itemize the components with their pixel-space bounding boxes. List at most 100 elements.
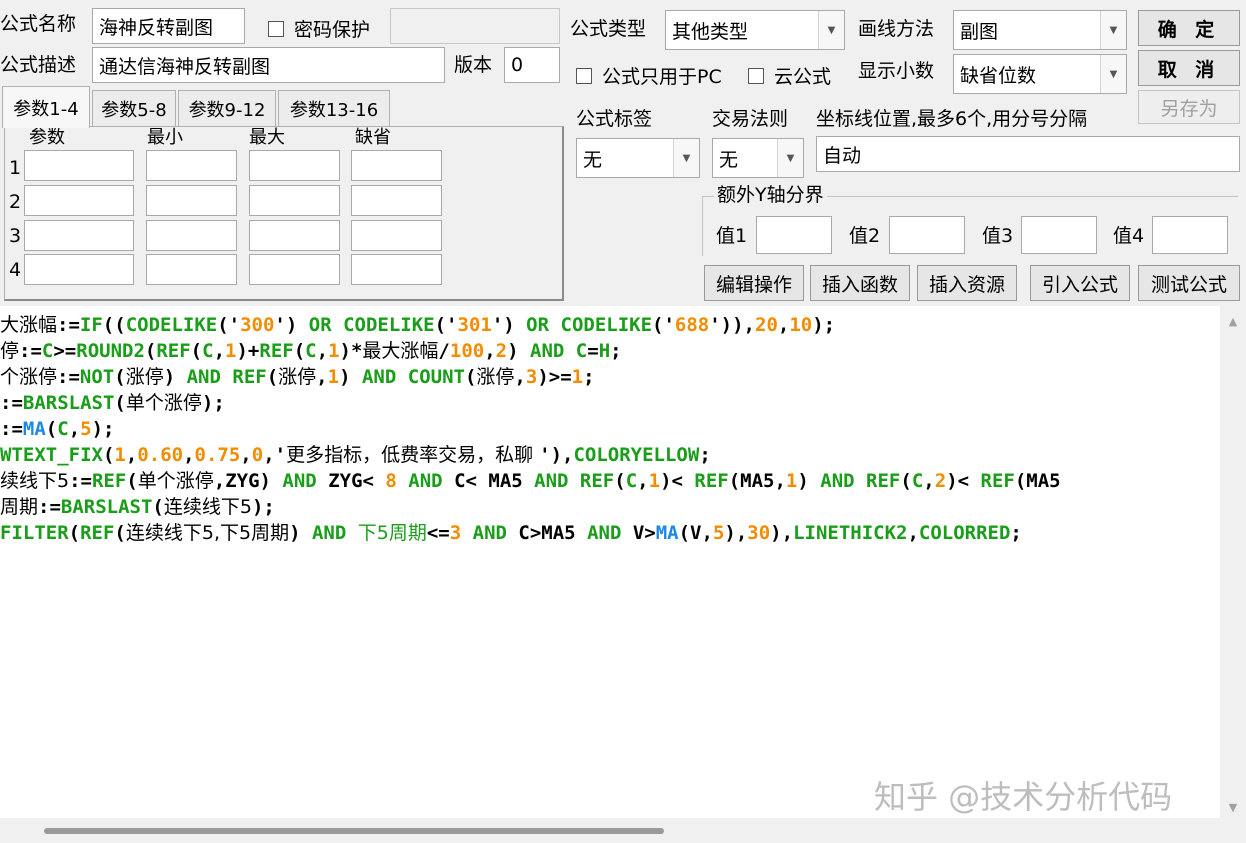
code-token: 8	[385, 470, 397, 492]
code-line[interactable]: 个涨停:=NOT(涨停) AND REF(涨停,1) AND COUNT(涨停,…	[0, 364, 1220, 390]
horizontal-scroll-thumb[interactable]	[44, 828, 664, 834]
code-token: REF	[980, 470, 1015, 492]
code-token: :=	[38, 496, 61, 518]
import-formula-button[interactable]: 引入公式	[1030, 265, 1130, 301]
code-token: AND	[408, 470, 443, 492]
param-row-number: 3	[9, 225, 22, 247]
draw-method-select[interactable]: 副图 ▼	[953, 10, 1127, 50]
edit-ops-button[interactable]: 编辑操作	[704, 265, 804, 301]
decimals-select[interactable]: 缺省位数 ▼	[953, 54, 1127, 94]
code-token: 5	[80, 418, 92, 440]
param-4-name-input[interactable]	[24, 254, 134, 285]
code-token: 1	[328, 340, 340, 362]
param-2-min-input[interactable]	[146, 185, 237, 216]
code-token: 连续线下5	[163, 496, 252, 518]
code-line[interactable]: FILTER(REF(连续线下5,下5周期) AND 下5周期<=3 AND C…	[0, 520, 1220, 546]
code-line[interactable]: WTEXT_FIX(1,0.60,0.75,0,'更多指标，低费率交易，私聊 '…	[0, 442, 1220, 468]
pc-only-checkbox[interactable]: 公式只用于PC	[576, 62, 722, 89]
pc-only-box[interactable]	[576, 67, 592, 84]
code-line[interactable]: :=BARSLAST(单个涨停);	[0, 390, 1220, 416]
param-1-max-input[interactable]	[249, 150, 340, 181]
param-3-name-input[interactable]	[24, 220, 134, 251]
value-4-input[interactable]	[1152, 216, 1228, 254]
formula-type-select[interactable]: 其他类型 ▼	[665, 10, 845, 50]
code-token: BARSLAST	[60, 496, 153, 518]
value-3-input[interactable]	[1021, 216, 1097, 254]
param-4-min-input[interactable]	[146, 254, 237, 285]
trade-rule-select[interactable]: 无 ▼	[712, 138, 804, 178]
code-token: 20	[755, 314, 778, 336]
tab-params-1-4[interactable]: 参数1-4	[2, 86, 90, 128]
code-token: 1	[648, 470, 661, 492]
param-3-min-input[interactable]	[146, 220, 237, 251]
code-token: )	[797, 470, 821, 492]
cancel-button[interactable]: 取 消	[1138, 50, 1240, 86]
password-input[interactable]	[390, 8, 560, 44]
password-protect-checkbox[interactable]: 密码保护	[268, 15, 370, 42]
code-token: (	[68, 522, 81, 544]
insert-function-button[interactable]: 插入函数	[810, 265, 910, 301]
scroll-down-icon[interactable]: ▼	[1220, 794, 1246, 820]
chevron-down-icon[interactable]: ▼	[1100, 55, 1126, 93]
param-3-max-input[interactable]	[249, 220, 340, 251]
code-line[interactable]: 大涨幅:=IF((CODELIKE('300') OR CODELIKE('30…	[0, 312, 1220, 338]
formula-desc-input[interactable]: 通达信海神反转副图	[92, 47, 445, 83]
version-input[interactable]: 0	[504, 47, 560, 83]
password-protect-box[interactable]	[268, 20, 284, 37]
code-token: )	[289, 522, 312, 544]
param-1-name-input[interactable]	[24, 150, 134, 181]
formula-name-input[interactable]: 海神反转副图	[92, 8, 245, 44]
horizontal-scrollbar[interactable]	[0, 818, 1220, 843]
test-formula-button[interactable]: 测试公式	[1138, 265, 1240, 301]
tab-params-13-16[interactable]: 参数13-16	[278, 90, 390, 126]
vertical-scrollbar[interactable]: ▲ ▼	[1220, 306, 1246, 843]
code-token: )	[163, 366, 187, 388]
code-token: :=	[0, 392, 23, 414]
ok-button[interactable]: 确 定	[1138, 10, 1240, 46]
param-1-default-input[interactable]	[351, 150, 442, 181]
param-2-max-input[interactable]	[249, 185, 340, 216]
chevron-down-icon[interactable]: ▼	[818, 11, 844, 49]
tab-params-9-12[interactable]: 参数9-12	[178, 90, 276, 126]
param-3-default-input[interactable]	[351, 220, 442, 251]
param-4-default-input[interactable]	[351, 254, 442, 285]
code-token: :=	[57, 366, 80, 388]
param-4-max-input[interactable]	[249, 254, 340, 285]
code-line[interactable]: 周期:=BARSLAST(连续线下5);	[0, 494, 1220, 520]
code-line[interactable]: :=MA(C,5);	[0, 416, 1220, 442]
cloud-formula-box[interactable]	[748, 67, 764, 84]
chevron-down-icon[interactable]: ▼	[777, 139, 803, 177]
chevron-down-icon[interactable]: ▼	[1100, 11, 1126, 49]
tab-params-5-8[interactable]: 参数5-8	[92, 90, 176, 126]
save-as-button[interactable]: 另存为	[1138, 90, 1240, 124]
code-token: REF	[80, 522, 115, 544]
code-token: AND	[282, 470, 317, 492]
code-token: AND	[186, 366, 221, 388]
code-line[interactable]: 停:=C>=ROUND2(REF(C,1)+REF(C,1)*最大涨幅/100,…	[0, 338, 1220, 364]
scroll-up-icon[interactable]: ▲	[1220, 308, 1246, 334]
code-token: 停	[0, 340, 20, 362]
value-2-input[interactable]	[889, 216, 965, 254]
insert-resource-button[interactable]: 插入资源	[917, 265, 1017, 301]
chevron-down-icon[interactable]: ▼	[673, 139, 699, 177]
param-2-name-input[interactable]	[24, 185, 134, 216]
code-text[interactable]: 大涨幅:=IF((CODELIKE('300') OR CODELIKE('30…	[0, 312, 1220, 546]
axis-position-input[interactable]: 自动	[816, 136, 1240, 172]
code-token: ((	[102, 314, 126, 336]
cloud-formula-checkbox[interactable]: 云公式	[748, 62, 831, 89]
formula-tag-select[interactable]: 无 ▼	[576, 138, 700, 178]
param-2-default-input[interactable]	[351, 185, 442, 216]
value-1-input[interactable]	[756, 216, 832, 254]
code-editor[interactable]: 大涨幅:=IF((CODELIKE('300') OR CODELIKE('30…	[0, 306, 1246, 843]
code-token: REF	[259, 340, 294, 362]
code-token: AND	[534, 470, 569, 492]
code-line[interactable]: 续线下5:=REF(单个涨停,ZYG) AND ZYG< 8 AND C< MA…	[0, 468, 1220, 494]
param-1-min-input[interactable]	[146, 150, 237, 181]
